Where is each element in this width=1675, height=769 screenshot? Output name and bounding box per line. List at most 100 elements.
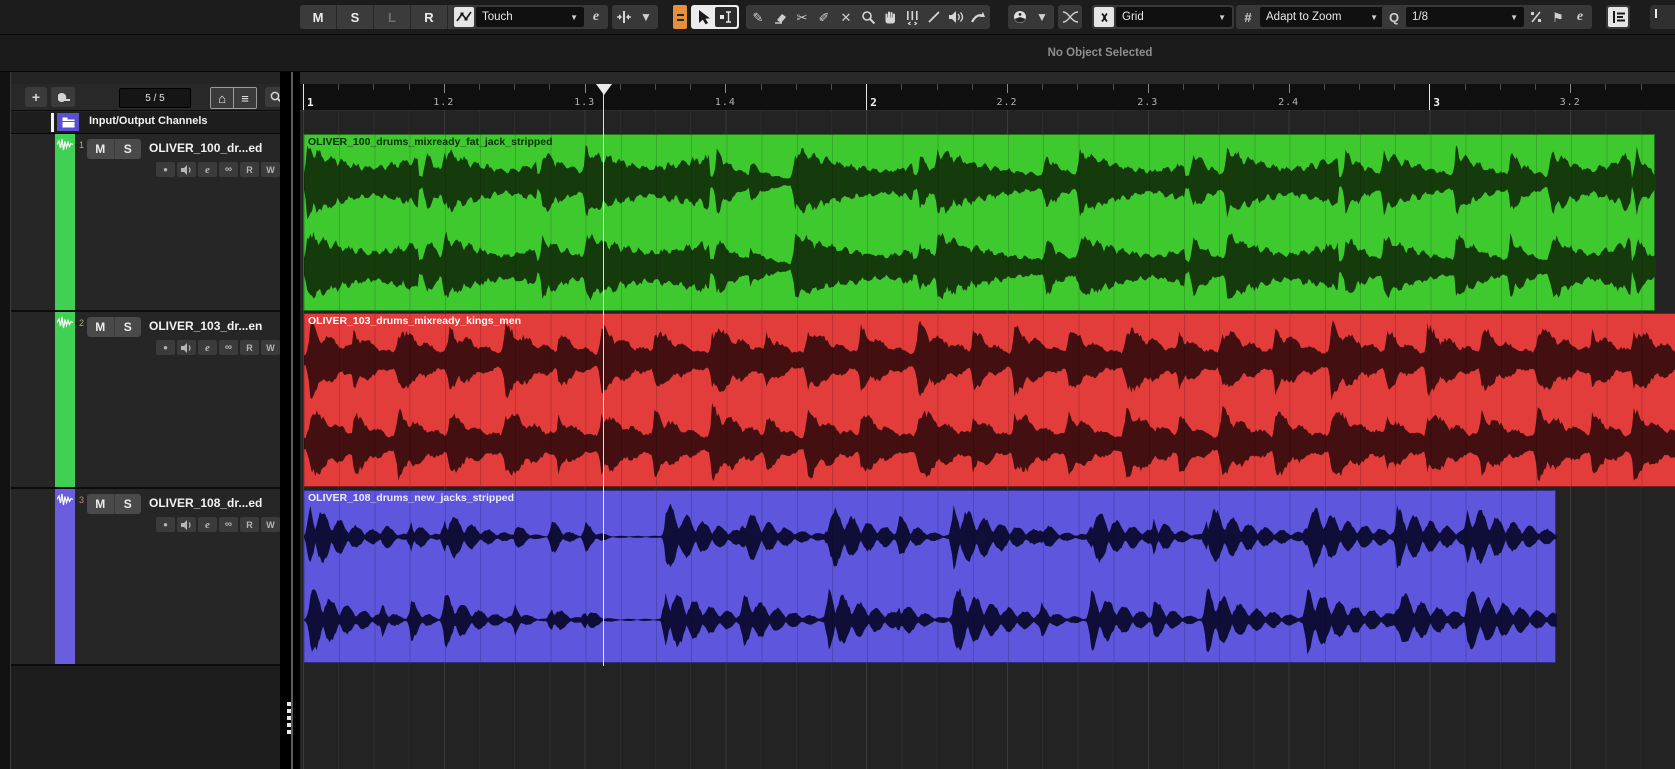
ruler-label: 3 bbox=[1433, 96, 1441, 109]
home-icon: ⌂ bbox=[218, 91, 226, 106]
record-enable-button[interactable]: ● bbox=[156, 517, 175, 532]
channel-link-button[interactable]: ∞ bbox=[219, 162, 238, 177]
read-automation-button[interactable]: R bbox=[240, 517, 259, 532]
link-icon: ∞ bbox=[225, 164, 232, 175]
home-view-button[interactable]: ⌂ bbox=[211, 88, 234, 108]
zoom-tool[interactable] bbox=[858, 7, 878, 27]
track-name[interactable]: OLIVER_100_dr...ed bbox=[149, 141, 262, 155]
toolbar-overflow-button[interactable] bbox=[1650, 5, 1675, 29]
monitor-button[interactable] bbox=[177, 517, 196, 532]
solo-button[interactable]: S bbox=[114, 139, 142, 159]
splitter-line[interactable] bbox=[291, 72, 293, 769]
folder-track-color bbox=[57, 113, 79, 131]
track-color-strip[interactable] bbox=[55, 489, 75, 664]
project-cursor-handle[interactable] bbox=[596, 84, 612, 95]
channel-link-button[interactable]: ∞ bbox=[219, 517, 238, 532]
edit-channel-button[interactable]: e bbox=[198, 340, 217, 355]
automation-settings-icon[interactable]: e bbox=[586, 7, 606, 27]
object-selection-tool[interactable] bbox=[693, 7, 713, 27]
erase-tool[interactable] bbox=[770, 7, 790, 27]
audio-event[interactable]: OLIVER_103_drums_mixready_kings_men bbox=[303, 313, 1675, 487]
edit-channel-button[interactable]: e bbox=[198, 517, 217, 532]
monitor-button[interactable] bbox=[177, 340, 196, 355]
auto-fade-icon[interactable] bbox=[1060, 7, 1080, 27]
track-color-strip[interactable] bbox=[55, 134, 75, 310]
track-list-header: + 5 / 5 ⌂ ≡ bbox=[11, 84, 280, 111]
ruler-tick bbox=[690, 84, 691, 90]
io-channels-row[interactable]: Input/Output Channels bbox=[11, 112, 280, 134]
track-row[interactable]: 1MSOLIVER_100_dr...ed●e∞RW bbox=[11, 134, 280, 312]
split-tool[interactable]: ✂ bbox=[792, 7, 812, 27]
write-automation-button[interactable]: W bbox=[261, 517, 280, 532]
grid-type-icon[interactable]: # bbox=[1238, 7, 1258, 27]
splitter-drag-handle[interactable] bbox=[287, 702, 291, 736]
solo-button[interactable]: S bbox=[114, 494, 142, 514]
track-color-strip[interactable] bbox=[55, 312, 75, 487]
quantize-icon[interactable]: Q bbox=[1384, 7, 1404, 27]
audiowarp-quantize-icon[interactable]: ⚑ bbox=[1548, 7, 1568, 27]
add-track-button[interactable]: + bbox=[25, 87, 47, 107]
automation-mode-select[interactable]: Touch▼ bbox=[476, 7, 584, 27]
hand-tool[interactable] bbox=[880, 7, 900, 27]
snap-toggle-icon[interactable] bbox=[673, 5, 687, 29]
track-row[interactable]: 3MSOLIVER_108_dr...ed●e∞RW bbox=[11, 489, 280, 666]
snap-mode-select[interactable]: Grid▼ bbox=[1116, 7, 1232, 27]
event-display: OLIVER_100_drums_mixready_fat_jack_strip… bbox=[300, 110, 1675, 769]
record-enable-button[interactable]: ● bbox=[156, 162, 175, 177]
monitor-button[interactable] bbox=[177, 162, 196, 177]
mute-button[interactable]: M bbox=[87, 494, 114, 514]
comp-tool[interactable] bbox=[968, 7, 988, 27]
left-divider-icon[interactable] bbox=[1608, 7, 1628, 27]
read-automation-button[interactable]: R bbox=[240, 162, 259, 177]
write-automation-button[interactable]: W bbox=[261, 162, 280, 177]
color-tool-icon[interactable] bbox=[1010, 7, 1030, 27]
range-selection-tool[interactable] bbox=[715, 7, 737, 27]
edit-tools-group: ✎ ✂ ✐ ✕ bbox=[746, 5, 990, 29]
ruler-tick bbox=[1253, 84, 1254, 90]
track-name[interactable]: OLIVER_103_dr...en bbox=[149, 319, 262, 333]
audio-event[interactable]: OLIVER_108_drums_new_jacks_stripped bbox=[303, 490, 1556, 663]
listen-all-button[interactable]: L bbox=[374, 5, 411, 29]
quantize-preset-select[interactable]: 1/8▼ bbox=[1406, 7, 1524, 27]
time-warp-tool[interactable] bbox=[902, 7, 922, 27]
snap-type-icon[interactable] bbox=[1094, 7, 1114, 27]
mute-all-button[interactable]: M bbox=[300, 5, 337, 29]
solo-button[interactable]: S bbox=[114, 317, 142, 337]
event-grid-overlay bbox=[304, 491, 1555, 662]
channel-link-button[interactable]: ∞ bbox=[219, 340, 238, 355]
record-enable-button[interactable]: ● bbox=[156, 340, 175, 355]
mute-solo-group: MS bbox=[87, 494, 141, 514]
mute-button[interactable]: M bbox=[87, 139, 114, 159]
play-tool[interactable] bbox=[946, 7, 966, 27]
list-view-button[interactable]: ≡ bbox=[234, 88, 256, 108]
mute-button[interactable]: M bbox=[87, 317, 114, 337]
ruler-tick bbox=[303, 84, 304, 110]
ruler-label: 2.2 bbox=[996, 97, 1017, 108]
timeline-ruler[interactable]: 11.21.31.422.22.32.433.2 bbox=[300, 84, 1675, 111]
read-all-button[interactable]: R bbox=[411, 5, 448, 29]
track-controls: ● e∞RW bbox=[156, 340, 280, 355]
grid-type-select[interactable]: Adapt to Zoom▼ bbox=[1260, 7, 1384, 27]
mute-tool[interactable]: ✕ bbox=[836, 7, 856, 27]
line-tool[interactable] bbox=[924, 7, 944, 27]
ruler-tick bbox=[1500, 84, 1501, 90]
track-row[interactable]: 2MSOLIVER_103_dr...en●e∞RW bbox=[11, 312, 280, 489]
add-track-preset-button[interactable] bbox=[51, 87, 75, 107]
quantize-panel-icon[interactable]: e bbox=[1570, 7, 1590, 27]
info-line: No Object Selected bbox=[0, 35, 1675, 72]
solo-all-button[interactable]: S bbox=[337, 5, 374, 29]
iterative-quantize-icon[interactable] bbox=[1526, 7, 1546, 27]
automation-panel-icon[interactable] bbox=[454, 7, 474, 27]
glue-tool[interactable]: ✐ bbox=[814, 7, 834, 27]
auto-scroll-icon[interactable] bbox=[614, 7, 634, 27]
read-automation-button[interactable]: R bbox=[240, 340, 259, 355]
draw-tool[interactable]: ✎ bbox=[748, 7, 768, 27]
audio-event[interactable]: OLIVER_100_drums_mixready_fat_jack_strip… bbox=[303, 134, 1655, 311]
color-options-button[interactable]: ▼ bbox=[1032, 7, 1052, 27]
write-automation-button[interactable]: W bbox=[261, 340, 280, 355]
edit-channel-button[interactable]: e bbox=[198, 162, 217, 177]
track-name[interactable]: OLIVER_108_dr...ed bbox=[149, 496, 262, 510]
event-name: OLIVER_108_drums_new_jacks_stripped bbox=[308, 492, 514, 504]
audio-waveform-icon bbox=[57, 316, 73, 329]
auto-scroll-options-button[interactable]: ▼ bbox=[636, 7, 656, 27]
